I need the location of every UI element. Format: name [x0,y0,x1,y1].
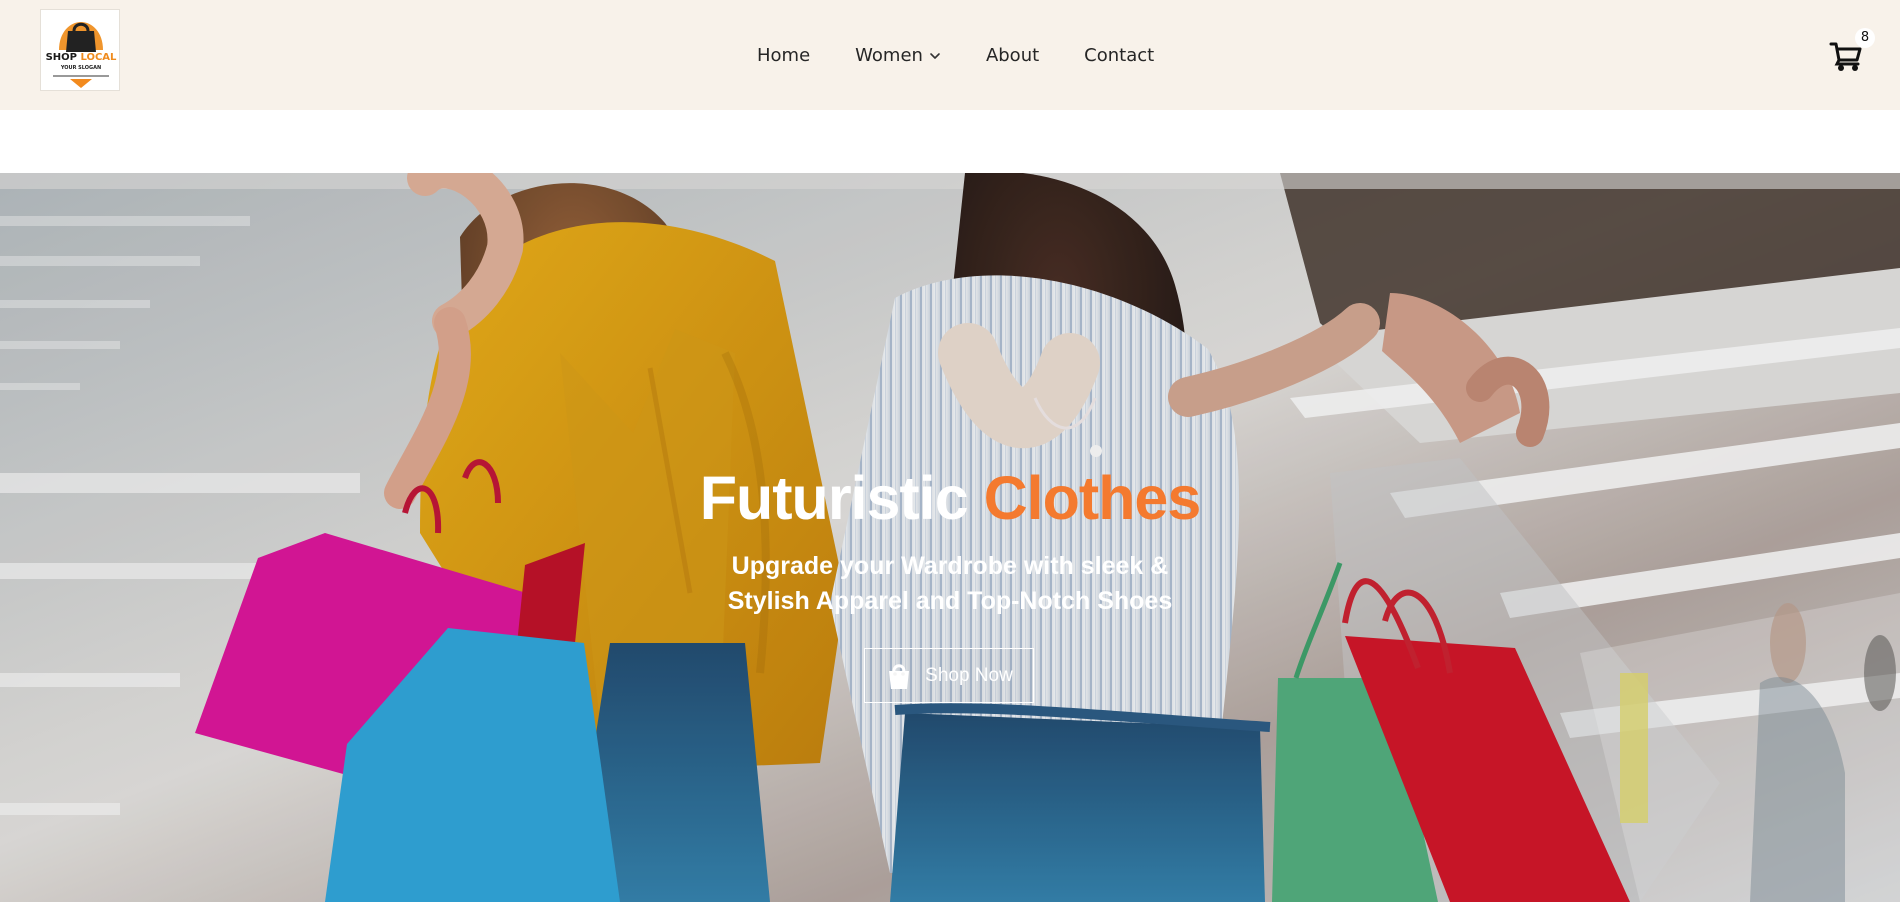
nav-home-label: Home [757,45,811,66]
header-spacer [0,110,1900,173]
shop-local-logo[interactable]: SHOP LOCAL YOUR SLOGAN [40,9,120,91]
cart-count-badge: 8 [1855,28,1875,48]
shop-landing-page: SHOP LOCAL YOUR SLOGAN Home Women About … [0,0,1900,902]
cart-button[interactable]: 8 [1829,28,1875,76]
hero-subtitle: Upgrade your Wardrobe with sleek & Styli… [727,552,1173,615]
nav-home[interactable]: Home [757,44,810,68]
logo-text: SHOP LOCAL [42,52,119,63]
nav-about[interactable]: About [986,44,1039,68]
site-header: SHOP LOCAL YOUR SLOGAN Home Women About … [0,0,1900,110]
main-navigation: Home Women About Contact [757,44,1154,68]
logo-primary-text: SHOP [45,52,77,63]
logo-slogan: YOUR SLOGAN [60,65,102,71]
shop-now-label: Shop Now [925,664,1013,686]
nav-contact-label: Contact [1084,45,1155,66]
hero-title-main: Futuristic [699,464,969,532]
logo-secondary-text: LOCAL [80,52,117,63]
shopping-bag-icon [889,663,910,689]
nav-contact[interactable]: Contact [1084,44,1154,68]
nav-about-label: About [985,45,1040,66]
chevron-down-icon [930,53,940,59]
hero-content: Futuristic Clothes Upgrade your Wardrobe… [650,463,1250,703]
hero-banner: Futuristic Clothes Upgrade your Wardrobe… [0,173,1900,902]
shop-now-button[interactable]: Shop Now [864,648,1034,703]
hero-title-accent: Clothes [983,464,1202,532]
nav-women-label: Women [855,45,923,66]
hero-title: Futuristic Clothes [650,463,1250,533]
nav-women-dropdown[interactable]: Women [855,44,941,68]
